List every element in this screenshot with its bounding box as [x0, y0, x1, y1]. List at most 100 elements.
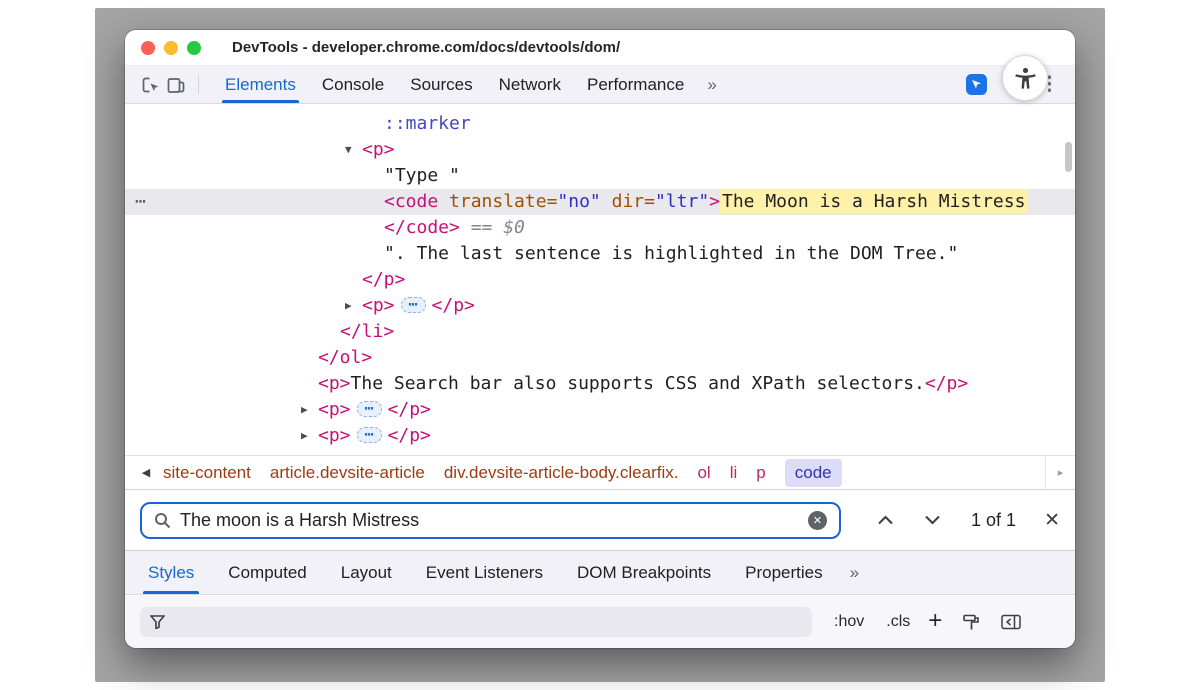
next-match-icon[interactable]: [924, 515, 941, 525]
tab-properties[interactable]: Properties: [728, 551, 839, 594]
previous-match-icon[interactable]: [877, 515, 894, 525]
node-options-icon[interactable]: ⋯: [135, 189, 146, 215]
breadcrumb-item-article-devsite-article[interactable]: article.devsite-article: [270, 463, 425, 483]
token-tag: </p>: [388, 425, 431, 446]
dom-tree-row[interactable]: ▼ <p>: [125, 137, 1075, 163]
inspect-icon[interactable]: [137, 66, 163, 103]
dom-node-text: ::marker: [384, 111, 471, 137]
breadcrumb-right-arrow[interactable]: ▸: [1045, 456, 1075, 489]
breadcrumb-item-code[interactable]: code: [785, 459, 842, 487]
breadcrumb-item-ol[interactable]: ol: [697, 463, 710, 483]
token-tag: </p>: [388, 399, 431, 420]
tab-layout[interactable]: Layout: [324, 551, 409, 594]
token-text: The Search bar also supports CSS and XPa…: [351, 373, 925, 394]
tab-computed[interactable]: Computed: [211, 551, 323, 594]
devtools-toolbar: ElementsConsoleSourcesNetworkPerformance…: [125, 66, 1075, 104]
sidebar-tabs: StylesComputedLayoutEvent ListenersDOM B…: [131, 551, 840, 594]
tab-dom-breakpoints[interactable]: DOM Breakpoints: [560, 551, 728, 594]
token-tag: <p>: [318, 425, 351, 446]
dom-tree-row[interactable]: ▶ <p> ⋯ </p>: [125, 423, 1075, 449]
tab-network[interactable]: Network: [486, 66, 574, 103]
dom-node-text: <p>: [362, 137, 395, 163]
more-sidebar-tabs-icon[interactable]: »: [840, 551, 868, 594]
dom-node-text: </code> == $0: [384, 215, 525, 241]
tab-sources[interactable]: Sources: [397, 66, 485, 103]
clear-search-icon[interactable]: ✕: [808, 511, 827, 530]
dom-tree-row-selected[interactable]: ⋯ <code translate="no" dir="ltr">The Moon…: [125, 189, 1075, 215]
toggle-sidebar-icon[interactable]: [1001, 614, 1021, 630]
breadcrumb-item-p[interactable]: p: [756, 463, 765, 483]
vertical-scrollbar[interactable]: [1065, 142, 1072, 172]
close-window-button[interactable]: [141, 41, 155, 55]
dom-tree-row[interactable]: "Type ": [125, 163, 1075, 189]
issues-icon[interactable]: [966, 74, 987, 95]
dom-node-text: <p>⋯</p>: [362, 293, 475, 319]
style-filter-input[interactable]: [140, 607, 812, 637]
token-text: [601, 191, 612, 212]
more-tabs-icon[interactable]: »: [697, 66, 725, 103]
token-attr: dir=: [612, 191, 655, 212]
toolbar-divider: [198, 75, 199, 94]
dom-tree-row[interactable]: <p>The Search bar also supports CSS and …: [125, 371, 1075, 397]
dom-node-text: <p> ⋯ </p>: [318, 423, 431, 449]
tab-elements[interactable]: Elements: [212, 66, 309, 103]
breadcrumb-item-site-content[interactable]: site-content: [163, 463, 251, 483]
token-text: "Type ": [384, 165, 460, 186]
breadcrumb-item-div-devsite-article-body-clearfix[interactable]: div.devsite-article-body.clearfix.: [444, 463, 679, 483]
breadcrumb-list: site-content article.devsite-article div.d…: [163, 459, 1045, 487]
dom-node-text: <code translate="no" dir="ltr">The Moon …: [384, 189, 1027, 215]
element-classes-button[interactable]: .cls: [886, 613, 910, 631]
collapse-arrow-icon[interactable]: ▼: [345, 137, 352, 163]
token-tag: <p>: [362, 295, 395, 316]
dom-node-text: </ol>: [318, 345, 372, 371]
token-tag: </code>: [384, 217, 460, 238]
token-attr: translate=: [449, 191, 557, 212]
token-tag: <code: [384, 191, 438, 212]
dom-node-text: <p>⋯</p>: [318, 397, 431, 423]
expand-inline-icon[interactable]: ⋯: [357, 401, 382, 417]
dom-tree-panel: ::marker▼<p>"Type "⋯<code translate="no"…: [125, 105, 1075, 455]
dom-tree-row[interactable]: </code> == $0: [125, 215, 1075, 241]
dom-tree-row[interactable]: ". The last sentence is highlighted in t…: [125, 241, 1075, 267]
breadcrumb-left-arrow[interactable]: ◀: [133, 466, 159, 479]
paint-roller-icon[interactable]: [962, 613, 981, 632]
dom-node-text: ". The last sentence is highlighted in t…: [384, 241, 958, 267]
expand-inline-icon[interactable]: ⋯: [357, 427, 382, 443]
dom-tree-row[interactable]: </p>: [125, 267, 1075, 293]
token-text: [438, 191, 449, 212]
token-tag: </p>: [362, 269, 405, 290]
dom-tree-row[interactable]: ▶<p>⋯</p>: [125, 293, 1075, 319]
search-input[interactable]: [180, 510, 799, 531]
dom-tree-row[interactable]: ▶<p>⋯</p>: [125, 397, 1075, 423]
dom-node-text: </li>: [340, 319, 394, 345]
breadcrumb-item-li[interactable]: li: [730, 463, 738, 483]
expand-arrow-icon[interactable]: ▶: [345, 293, 352, 319]
tab-event-listeners[interactable]: Event Listeners: [409, 551, 560, 594]
zoom-window-button[interactable]: [187, 41, 201, 55]
expand-arrow-icon[interactable]: ▶: [301, 397, 308, 423]
tab-styles[interactable]: Styles: [131, 551, 211, 594]
device-toolbar-icon[interactable]: [163, 66, 189, 103]
match-count: 1 of 1: [971, 510, 1016, 531]
dom-node-text: </p>: [362, 267, 405, 293]
filter-funnel-icon: [150, 615, 165, 629]
dom-tree-row[interactable]: </ol>: [125, 345, 1075, 371]
minimize-window-button[interactable]: [164, 41, 178, 55]
expand-inline-icon[interactable]: ⋯: [401, 297, 426, 313]
token-val: "ltr": [655, 191, 709, 212]
token-pseudo: ::marker: [384, 113, 471, 134]
tab-console[interactable]: Console: [309, 66, 397, 103]
dom-tree-row[interactable]: </li>: [125, 319, 1075, 345]
token-text: ". The last sentence is highlighted in t…: [384, 243, 958, 264]
expand-arrow-icon[interactable]: ▶: [301, 423, 308, 449]
devtools-window: DevTools - developer.chrome.com/docs/dev…: [125, 30, 1075, 648]
tab-performance[interactable]: Performance: [574, 66, 697, 103]
token-dim: $0: [503, 217, 525, 238]
toggle-element-state-button[interactable]: :hov: [834, 613, 864, 631]
dom-tree-row[interactable]: ::marker: [125, 111, 1075, 137]
token-text: The Moon is a Harsh Mistress: [720, 190, 1027, 213]
accessibility-button[interactable]: [1002, 55, 1048, 101]
token-tag: >: [709, 191, 720, 212]
close-search-icon[interactable]: ✕: [1044, 509, 1060, 532]
new-style-rule-button[interactable]: +: [928, 607, 942, 635]
